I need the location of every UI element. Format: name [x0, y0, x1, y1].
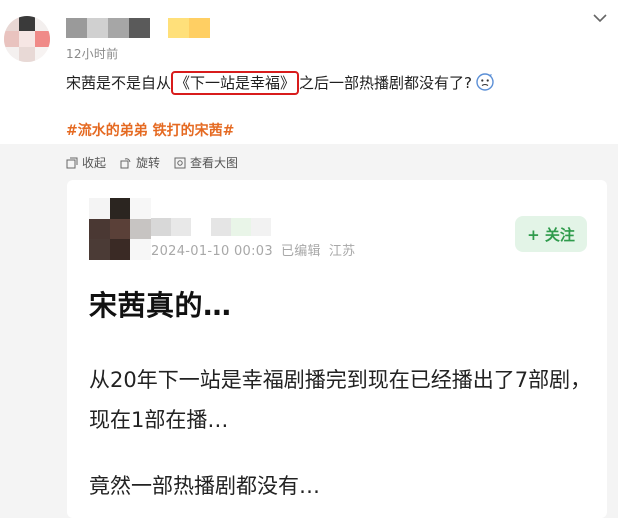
mosaic-pixel [129, 18, 150, 38]
confused-face-icon [476, 73, 494, 91]
card-username-blurred [151, 218, 271, 236]
view-large-image-button[interactable]: 查看大图 [174, 154, 238, 171]
collapse-label: 收起 [82, 156, 107, 170]
mosaic-pixel [19, 31, 35, 47]
mosaic-pixel [4, 16, 20, 32]
mosaic-pixel [130, 239, 151, 260]
mosaic-pixel [4, 31, 20, 47]
mosaic-pixel [108, 18, 129, 38]
mosaic-pixel [109, 198, 131, 219]
mosaic-pixel [66, 18, 87, 38]
card-avatar [89, 198, 151, 260]
view-large-image-label: 查看大图 [190, 156, 239, 170]
follow-button: + 关注 [515, 216, 587, 252]
post-text-after: 之后一部热播剧都没有了? [299, 74, 472, 92]
mosaic-pixel [109, 218, 131, 240]
collapse-icon [66, 157, 78, 168]
embedded-image-card[interactable]: 2024-01-10 00:03 已编辑 江苏 + 关注 宋茜真的… 从20年下一站… [67, 180, 607, 518]
mosaic-pixel [231, 218, 251, 236]
collapse-button[interactable]: 收起 [66, 154, 106, 171]
image-actions: 收起 旋转 查看大图 [66, 154, 238, 171]
post-text: 宋茜是不是自从 《下一站是幸福》 之后一部热播剧都没有了? [66, 70, 494, 96]
mosaic-pixel [89, 198, 110, 219]
hashtag-link[interactable]: #流水的弟弟 铁打的宋茜# [66, 120, 234, 140]
mosaic-pixel [151, 218, 171, 236]
rotate-label: 旋转 [136, 156, 161, 170]
mosaic-pixel [189, 18, 210, 38]
magnify-icon [174, 157, 186, 168]
mosaic-pixel [34, 16, 50, 32]
card-title: 宋茜真的… [89, 289, 232, 322]
rotate-button[interactable]: 旋转 [120, 154, 160, 171]
chevron-down-icon[interactable] [590, 8, 610, 28]
mosaic-pixel [87, 18, 108, 38]
card-edited: 已编辑 [280, 244, 321, 259]
mosaic-pixel [130, 218, 151, 240]
mosaic-pixel [251, 218, 271, 236]
mosaic-pixel [130, 198, 151, 219]
card-body-text-2: 竟然一部热播剧都没有… [89, 474, 320, 498]
card-meta: 2024-01-10 00:03 已编辑 江苏 [151, 240, 355, 259]
post-text-highlight: 《下一站是幸福》 [171, 71, 300, 95]
post-text-before: 宋茜是不是自从 [66, 74, 172, 92]
mosaic-pixel [89, 218, 110, 240]
mosaic-pixel [34, 46, 50, 62]
avatar-mosaic [4, 16, 50, 62]
mosaic-pixel [168, 18, 189, 38]
mosaic-pixel [19, 46, 35, 62]
card-date: 2024-01-10 00:03 [151, 244, 273, 259]
card-location: 江苏 [328, 244, 356, 259]
card-body-text: 从20年下一站是幸福剧播完到现在已经播出了7部剧，现在1部在播… [89, 368, 592, 432]
mosaic-pixel [34, 31, 50, 47]
rotate-icon [120, 157, 131, 168]
mosaic-pixel [89, 239, 110, 260]
mosaic-pixel [211, 218, 231, 236]
mosaic-pixel [191, 218, 211, 236]
post-timestamp: 12小时前 [66, 47, 119, 61]
user-badge [168, 18, 210, 38]
mosaic-pixel [19, 16, 35, 32]
mosaic-pixel [109, 239, 131, 260]
username-blurred[interactable] [66, 18, 150, 38]
mosaic-pixel [171, 218, 191, 236]
avatar[interactable] [4, 16, 50, 62]
mosaic-pixel [4, 46, 20, 62]
